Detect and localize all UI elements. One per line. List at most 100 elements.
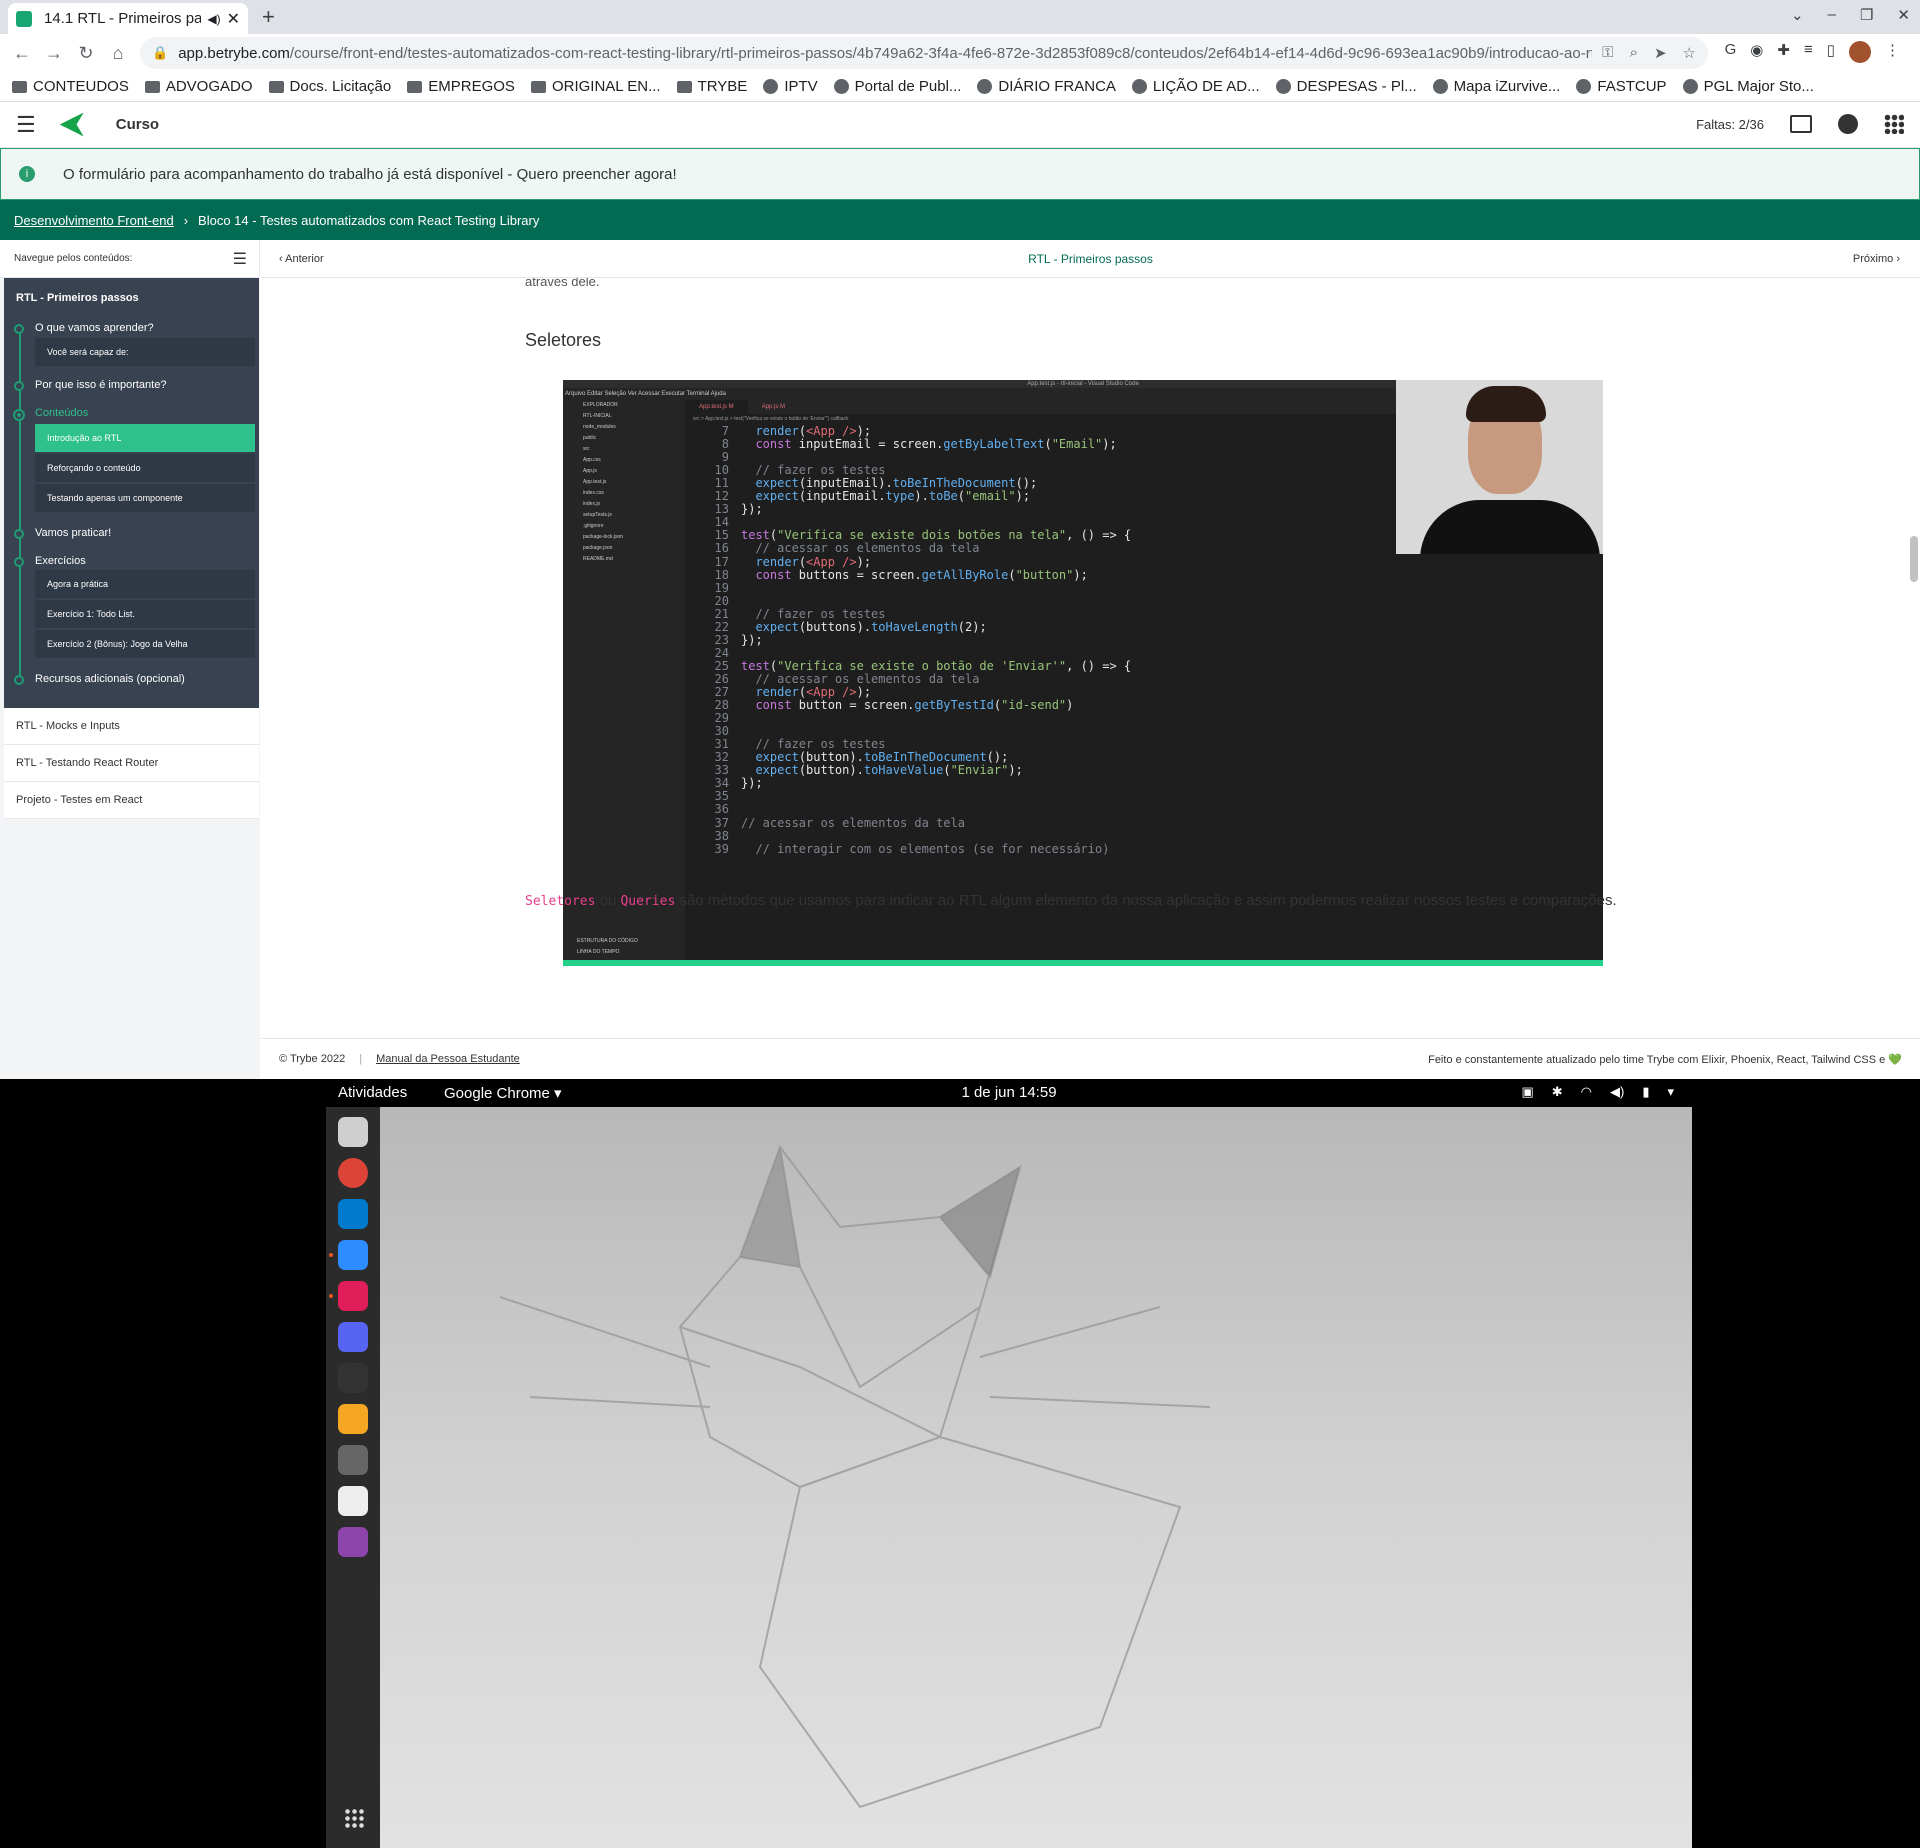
extension-g-icon[interactable]: G [1725,41,1737,63]
tab-search-icon[interactable]: ⌄ [1791,6,1804,24]
slack-tray-icon[interactable]: ✱ [1552,1084,1563,1100]
speaker-icon[interactable]: ◀) [207,12,220,26]
slack-icon[interactable] [338,1281,368,1311]
terminal-icon[interactable] [338,1363,368,1393]
bookmark-item[interactable]: FASTCUP [1576,78,1667,95]
bookmark-item[interactable]: Docs. Licitação [268,78,391,95]
breadcrumb-root-link[interactable]: Desenvolvimento Front-end [14,213,174,228]
clock[interactable]: 1 de jun 14:59 [326,1084,1692,1101]
sidebar-subitem[interactable]: Reforçando o conteúdo [35,454,255,482]
line-number: 28 [714,698,729,713]
sidebar-section[interactable]: Conteúdos [35,407,88,419]
zoom-icon[interactable]: ⌕ [1630,44,1638,62]
forward-icon[interactable]: → [38,43,70,64]
calculator-icon[interactable] [338,1404,368,1434]
chrome-icon[interactable] [338,1158,368,1188]
lock-icon[interactable]: 🔒 [152,45,168,61]
bookmark-item[interactable]: Mapa iZurvive... [1432,78,1560,95]
sidebar-section[interactable]: Exercícios [35,555,86,567]
media-icon[interactable]: ≡ [1804,41,1813,63]
bookmark-item[interactable]: PGL Major Sto... [1682,78,1814,95]
bookmark-item[interactable]: ADVOGADO [144,78,253,95]
sidebar-subitem[interactable]: Testando apenas um componente [35,484,255,512]
sidebar-module-item[interactable]: RTL - Mocks e Inputs [4,708,259,745]
manual-link[interactable]: Manual da Pessoa Estudante [376,1053,520,1065]
discord-icon[interactable] [338,1322,368,1352]
sidebar-section[interactable]: Recursos adicionais (opcional) [35,673,185,685]
bookmark-label: DESPESAS - Pl... [1296,78,1417,95]
address-bar[interactable]: 🔒 app.betrybe.com/course/front-end/teste… [140,37,1708,69]
software-icon[interactable] [338,1445,368,1475]
form-banner[interactable]: i O formulário para acompanhamento do tr… [0,148,1920,200]
profile-avatar[interactable] [1849,41,1871,63]
briefcase-icon[interactable] [1790,115,1812,133]
line-number: 37 [714,815,729,830]
code-line: const button = screen.getByTestId("id-se… [755,698,1074,713]
chrome-menu-icon[interactable]: ⋮ [1885,41,1900,63]
sidebar-subitem[interactable]: Você será capaz de: [35,338,255,366]
sidebar-subitem[interactable]: Agora a prática [35,570,255,598]
sidebar-section[interactable]: O que vamos aprender? [35,322,154,334]
sidebar-subitem[interactable]: Introdução ao RTL [35,424,255,452]
apps-grid-icon[interactable] [1884,114,1904,134]
explorer-entry: node_modules [583,424,616,430]
bookmark-item[interactable]: LIÇÃO DE AD... [1131,78,1260,95]
send-icon[interactable]: ➤ [1654,44,1667,62]
bookmark-item[interactable]: IPTV [763,78,818,95]
content-scrollbar[interactable] [1908,278,1920,1038]
video-player[interactable]: App.test.js - rtl-inicial - Visual Studi… [563,380,1603,966]
scrollbar-thumb[interactable] [1910,536,1918,582]
files-icon[interactable] [338,1117,368,1147]
extension-color-icon[interactable]: ◉ [1750,41,1763,63]
bookmark-item[interactable]: TRYBE [676,78,747,95]
code-line: render(<App />); [755,685,872,699]
new-tab-icon[interactable]: + [262,4,275,30]
folder-icon [268,80,284,93]
star-icon[interactable]: ☆ [1683,44,1696,62]
bookmark-item[interactable]: CONTEUDOS [12,78,129,95]
line-number: 15 [714,528,729,543]
system-menu-icon[interactable]: ▾ [1667,1084,1674,1100]
show-apps-icon[interactable] [344,1808,364,1828]
sidebar-module-title[interactable]: RTL - Primeiros passos [16,292,139,304]
side-panel-icon[interactable]: ▯ [1827,41,1835,63]
restore-icon[interactable]: ❐ [1860,6,1873,24]
close-window-icon[interactable]: ✕ [1897,6,1910,24]
bookmark-item[interactable]: DIÁRIO FRANCA [977,78,1116,95]
key-icon[interactable]: ⚿ [1602,44,1613,62]
user-icon[interactable] [1838,114,1858,134]
music-icon[interactable] [338,1486,368,1516]
reload-icon[interactable]: ↻ [70,43,102,64]
sidebar-module-item[interactable]: Projeto - Testes em React [4,782,259,819]
collapse-sidebar-icon[interactable]: ☰ [233,249,247,269]
battery-icon[interactable]: ▮ [1642,1084,1649,1100]
content-scroll-area[interactable]: através dele. Seletores App.test.js - rt… [261,278,1920,1038]
feather-icon[interactable] [338,1527,368,1557]
sidebar-section[interactable]: Vamos praticar! [35,527,111,539]
sidebar-subitem[interactable]: Exercício 1: Todo List. [35,600,255,628]
paragraph-text: são métodos que usamos para indicar ao R… [675,892,1617,909]
zoom-icon[interactable] [338,1240,368,1270]
close-tab-icon[interactable]: ✕ [227,9,240,29]
home-icon[interactable]: ⌂ [102,43,134,64]
vscode-icon[interactable] [338,1199,368,1229]
back-icon[interactable]: ← [6,43,38,64]
hamburger-menu-icon[interactable]: ☰ [16,112,36,138]
extensions-puzzle-icon[interactable]: ✚ [1777,41,1790,63]
browser-tab[interactable]: 14.1 RTL - Primeiros pa ◀) ✕ [8,3,248,34]
sidebar-module-item[interactable]: RTL - Testando React Router [4,745,259,782]
bookmark-item[interactable]: ORIGINAL EN... [530,78,661,95]
wifi-icon[interactable]: ◠ [1581,1084,1592,1100]
section-heading: Seletores [525,330,602,350]
banner-text[interactable]: O formulário para acompanhamento do trab… [63,166,677,183]
zoom-tray-icon[interactable]: ▣ [1521,1084,1533,1100]
volume-icon[interactable]: ◀) [1610,1084,1624,1100]
sidebar-subitem[interactable]: Exercício 2 (Bônus): Jogo da Velha [35,630,255,658]
bookmark-item[interactable]: Portal de Publ... [833,78,961,95]
bookmark-item[interactable]: DESPESAS - Pl... [1275,78,1417,95]
trybe-logo[interactable] [59,112,84,137]
minimize-icon[interactable]: – [1828,6,1836,24]
bookmark-item[interactable]: EMPREGOS [407,78,515,95]
next-link[interactable]: Próximo › [1853,253,1900,265]
sidebar-section[interactable]: Por que isso é importante? [35,379,166,391]
